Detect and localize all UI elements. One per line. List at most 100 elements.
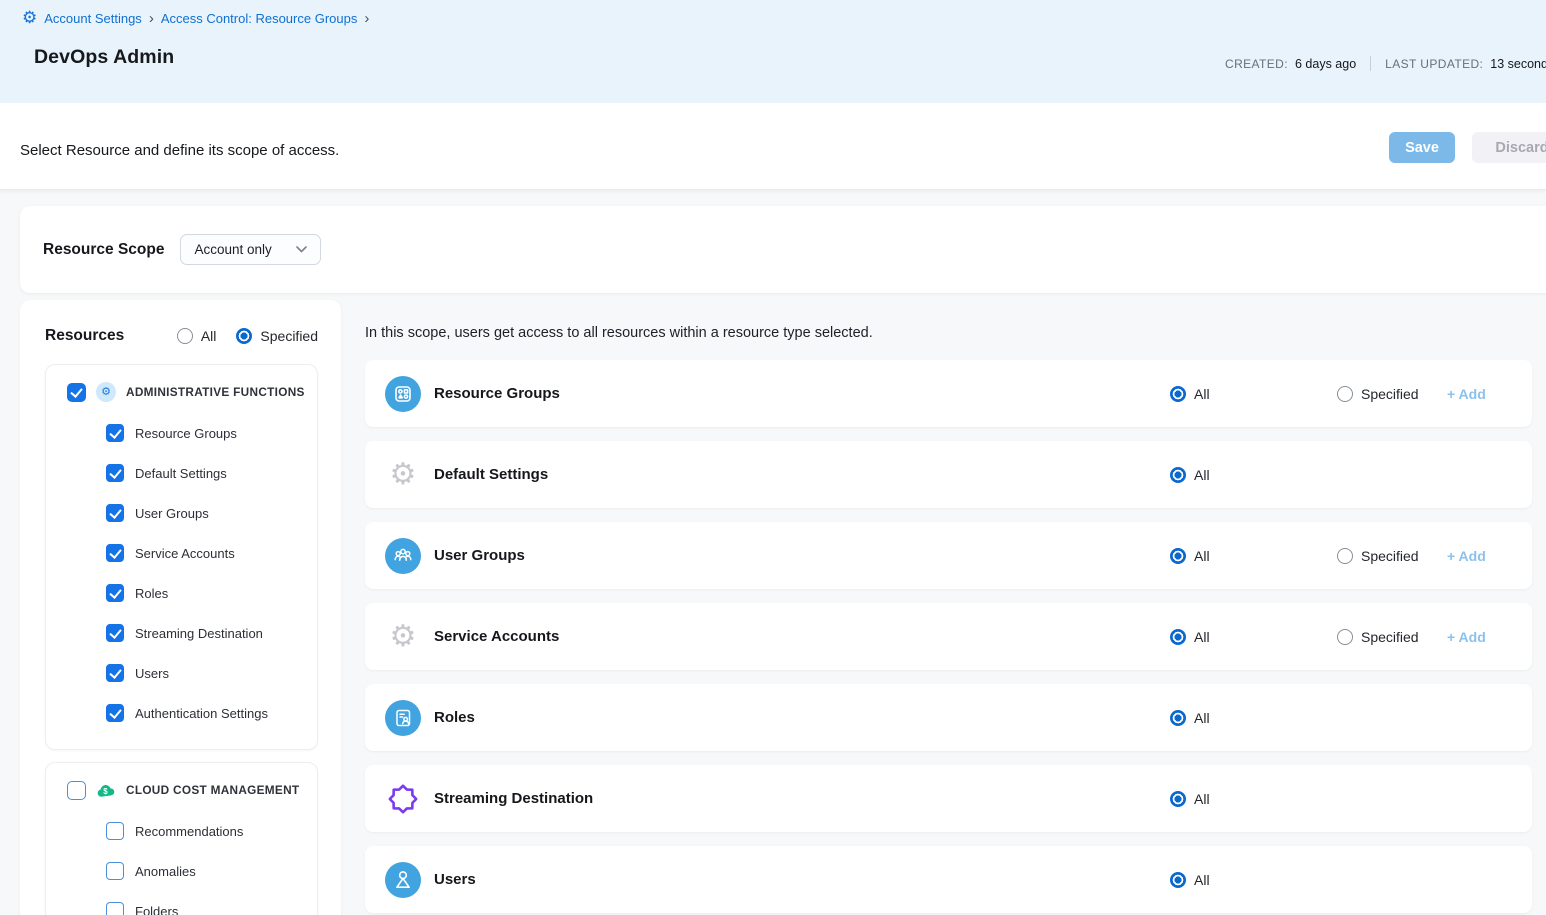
checkbox-item-streaming-destination[interactable]: Streaming Destination [46, 613, 317, 653]
checkbox-item-authentication-settings[interactable]: Authentication Settings [46, 693, 317, 733]
row-radio-all[interactable]: All [1170, 710, 1337, 726]
radio-selected-icon [1170, 548, 1186, 564]
row-radio-all[interactable]: All [1170, 872, 1337, 888]
row-controls: All Specified + Add [1170, 522, 1532, 589]
vertical-divider [1370, 56, 1371, 71]
radio-all-label: All [1194, 710, 1210, 726]
checkbox-icon [106, 624, 124, 642]
checkbox-icon [106, 664, 124, 682]
radio-selected-icon [1170, 467, 1186, 483]
radio-specified-label: Specified [260, 328, 318, 344]
add-button[interactable]: + Add [1447, 386, 1486, 402]
group-items: Recommendations Anomalies Folders [46, 811, 317, 915]
checkbox-cloud-cost-management[interactable] [67, 781, 86, 800]
chevron-down-icon [296, 246, 307, 253]
add-button[interactable]: + Add [1447, 629, 1486, 645]
checkbox-icon [106, 862, 124, 880]
row-radio-specified[interactable]: Specified [1337, 548, 1447, 564]
resources-radio-specified[interactable]: Specified [236, 328, 318, 344]
radio-selected-icon [1170, 710, 1186, 726]
checkbox-item-label: Recommendations [135, 824, 243, 839]
row-title: Service Accounts [434, 628, 559, 645]
resource-scope-select[interactable]: Account only [180, 234, 320, 265]
row-controls: All Specified + Add [1170, 360, 1532, 427]
row-radio-all[interactable]: All [1170, 791, 1337, 807]
group-header: ⚙ ADMINISTRATIVE FUNCTIONS [46, 381, 317, 403]
radio-all-label: All [1194, 629, 1210, 645]
administrative-functions-icon: ⚙ [96, 382, 116, 402]
radio-all-label: All [1194, 872, 1210, 888]
radio-specified-label: Specified [1361, 386, 1419, 402]
last-updated-label: LAST UPDATED: [1385, 57, 1483, 71]
row-radio-specified[interactable]: Specified [1337, 386, 1447, 402]
radio-selected-icon [1170, 629, 1186, 645]
resource-groups-icon [385, 376, 421, 412]
group-items: Resource Groups Default Settings User Gr… [46, 413, 317, 733]
checkbox-item-label: Roles [135, 586, 168, 601]
resource-scope-label: Resource Scope [43, 241, 164, 259]
row-radio-all[interactable]: All [1170, 548, 1337, 564]
breadcrumb-account-settings[interactable]: Account Settings [44, 11, 142, 26]
checkbox-item-label: Folders [135, 904, 178, 915]
radio-specified-label: Specified [1361, 548, 1419, 564]
checkbox-item-users[interactable]: Users [46, 653, 317, 693]
radio-all-label: All [201, 328, 217, 344]
scope-note: In this scope, users get access to all r… [365, 325, 1532, 341]
save-button[interactable]: Save [1389, 132, 1455, 163]
settings-gear-icon: ⚙ [385, 619, 421, 655]
created-label: CREATED: [1225, 57, 1288, 71]
checkbox-item-service-accounts[interactable]: Service Accounts [46, 533, 317, 573]
settings-gear-icon: ⚙ [385, 457, 421, 493]
checkbox-item-anomalies[interactable]: Anomalies [46, 851, 317, 891]
resource-row-users: Users All [365, 846, 1532, 913]
discard-button[interactable]: Discard [1472, 132, 1546, 163]
checkbox-item-label: User Groups [135, 506, 209, 521]
radio-all-label: All [1194, 791, 1210, 807]
row-controls: All [1170, 765, 1532, 832]
checkbox-item-roles[interactable]: Roles [46, 573, 317, 613]
checkbox-item-resource-groups[interactable]: Resource Groups [46, 413, 317, 453]
breadcrumb-access-control-resource-groups[interactable]: Access Control: Resource Groups [161, 11, 358, 26]
radio-specified-label: Specified [1361, 629, 1419, 645]
resource-group-administrative-functions: ⚙ ADMINISTRATIVE FUNCTIONS Resource Grou… [45, 364, 318, 750]
cloud-cost-management-icon: $ [96, 780, 116, 800]
checkbox-item-recommendations[interactable]: Recommendations [46, 811, 317, 851]
row-title: Default Settings [434, 466, 548, 483]
app-window: ⚙ Account Settings › Access Control: Res… [0, 0, 1546, 915]
resources-sidebar: Resources All Specified ⚙ [20, 300, 341, 915]
row-radio-all[interactable]: All [1170, 386, 1337, 402]
settings-gear-icon: ⚙ [22, 9, 37, 26]
checkbox-item-default-settings[interactable]: Default Settings [46, 453, 317, 493]
user-groups-icon [385, 538, 421, 574]
resources-radio-all[interactable]: All [177, 328, 217, 344]
header-meta: CREATED: 6 days ago LAST UPDATED: 13 sec… [1225, 56, 1546, 71]
action-bar: Select Resource and define its scope of … [0, 103, 1546, 190]
row-radio-all[interactable]: All [1170, 629, 1337, 645]
radio-unselected-icon [1337, 629, 1353, 645]
resource-group-cloud-cost-management: $ CLOUD COST MANAGEMENT Recommendations … [45, 762, 318, 915]
checkbox-icon [106, 704, 124, 722]
row-radio-specified[interactable]: Specified [1337, 629, 1447, 645]
users-icon [385, 862, 421, 898]
resource-row-default-settings: ⚙ Default Settings All [365, 441, 1532, 508]
row-title: Roles [434, 709, 475, 726]
resource-row-resource-groups: Resource Groups All Specified + Add [365, 360, 1532, 427]
checkbox-icon [106, 424, 124, 442]
checkbox-icon [106, 822, 124, 840]
checkbox-item-label: Streaming Destination [135, 626, 263, 641]
streaming-destination-icon [385, 781, 421, 817]
resource-scope-card: Resource Scope Account only [20, 206, 1546, 293]
checkbox-administrative-functions[interactable] [67, 383, 86, 402]
radio-unselected-icon [1337, 386, 1353, 402]
resource-row-service-accounts: ⚙ Service Accounts All Specified + Add [365, 603, 1532, 670]
checkbox-item-user-groups[interactable]: User Groups [46, 493, 317, 533]
row-radio-all[interactable]: All [1170, 467, 1337, 483]
resources-title: Resources [45, 327, 124, 345]
add-button[interactable]: + Add [1447, 548, 1486, 564]
roles-icon [385, 700, 421, 736]
row-controls: All [1170, 684, 1532, 751]
radio-selected-icon [1170, 791, 1186, 807]
checkbox-item-folders[interactable]: Folders [46, 891, 317, 915]
radio-all-label: All [1194, 548, 1210, 564]
checkbox-item-label: Default Settings [135, 466, 227, 481]
